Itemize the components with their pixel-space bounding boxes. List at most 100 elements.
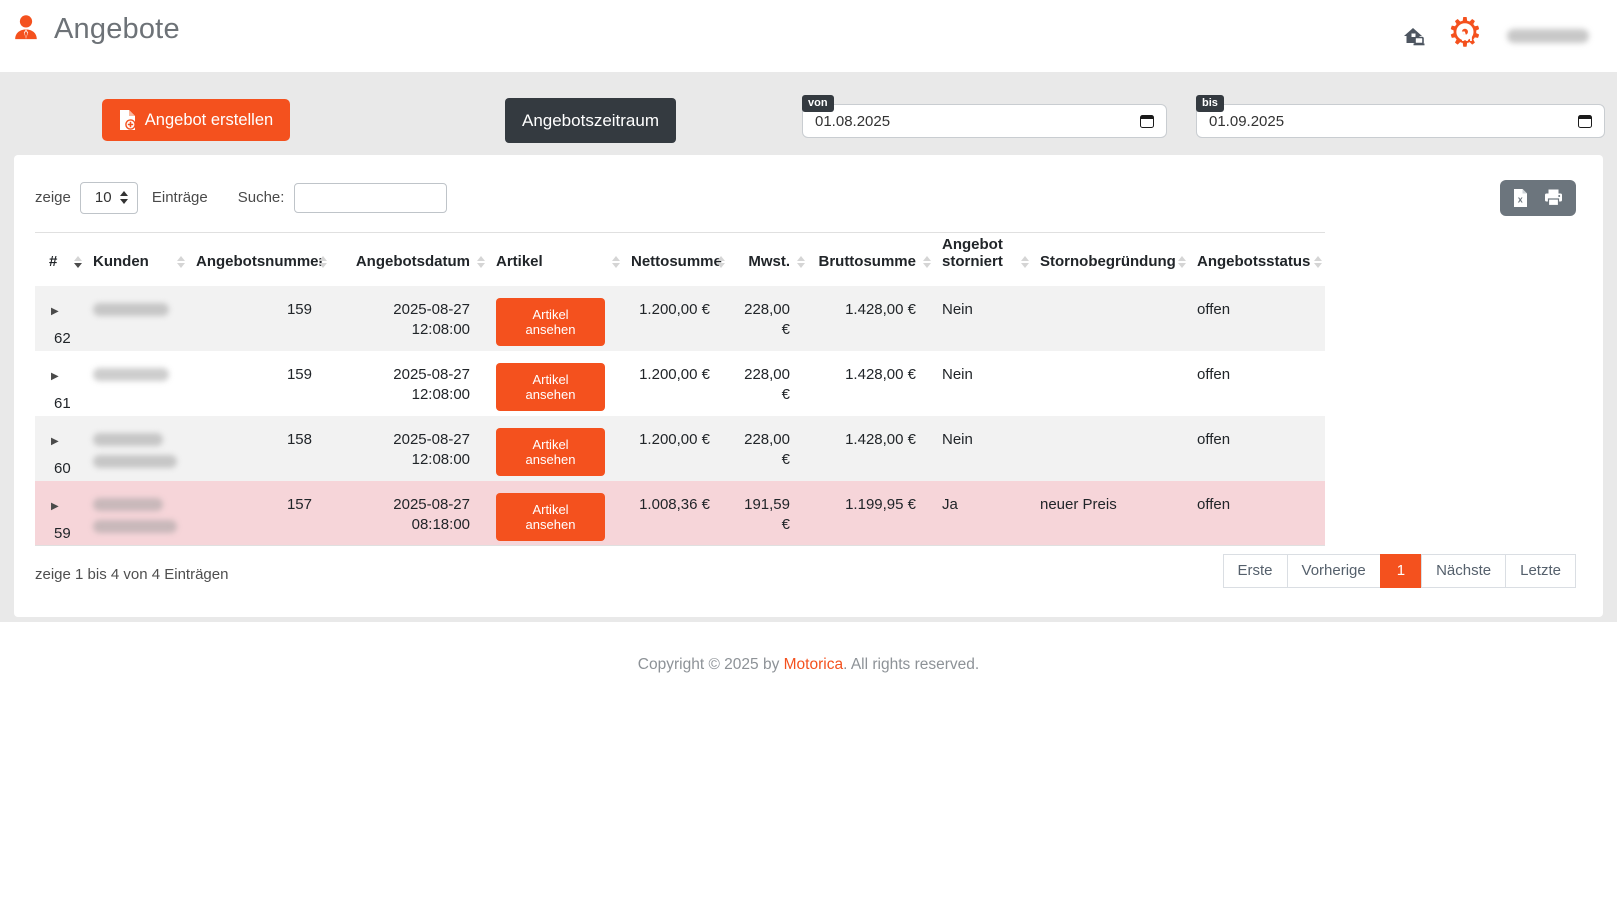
cell-status: offen	[1189, 481, 1325, 546]
cell-status: offen	[1189, 286, 1325, 351]
sort-icon	[1021, 256, 1029, 268]
expand-row-icon[interactable]: ▶	[51, 501, 59, 513]
row-id: 62	[54, 329, 67, 349]
view-articles-button[interactable]: Artikel ansehen	[496, 298, 605, 346]
pagination-1[interactable]: 1	[1380, 554, 1422, 588]
cell-angebotsdatum: 2025-08-2712:08:00	[330, 286, 488, 351]
cell-bruttosumme: 1.428,00 €	[808, 286, 934, 351]
select-stepper-icon	[120, 191, 128, 204]
cell-status: offen	[1189, 351, 1325, 416]
column-header-stornobegründung[interactable]: Stornobegründung	[1032, 233, 1189, 286]
column-header-mwst[interactable]: Mwst.	[728, 233, 808, 286]
show-suffix-label: Einträge	[152, 189, 208, 206]
page: Angebote ⚙ M	[0, 0, 1617, 904]
table-body: ▶621592025-08-2712:08:00Artikel ansehen1…	[35, 286, 1325, 546]
pagination-nächste[interactable]: Nächste	[1421, 554, 1506, 588]
row-id: 59	[54, 524, 67, 544]
excel-export-icon[interactable]: x	[1511, 187, 1530, 209]
column-header-bruttosumme[interactable]: Bruttosumme	[808, 233, 934, 286]
view-articles-button[interactable]: Artikel ansehen	[496, 363, 605, 411]
page-title: Angebote	[54, 13, 180, 46]
date-to-input[interactable]: 01.09.2025	[1196, 104, 1605, 138]
header-actions: ⚙ M	[1401, 0, 1589, 72]
sort-icon	[1314, 256, 1322, 268]
pagination-letzte[interactable]: Letzte	[1505, 554, 1576, 588]
cell-mwst: 228,00 €	[728, 286, 808, 351]
cell-mwst: 191,59 €	[728, 481, 808, 546]
cell-kunden	[85, 416, 188, 481]
view-articles-button[interactable]: Artikel ansehen	[496, 428, 605, 476]
svg-text:x: x	[1518, 194, 1523, 204]
cell-kunden	[85, 286, 188, 351]
column-header-angebotsstatus[interactable]: Angebotsstatus	[1189, 233, 1325, 286]
pagination-erste[interactable]: Erste	[1223, 554, 1288, 588]
sort-icon	[177, 256, 185, 268]
sort-icon	[477, 256, 485, 268]
cell-kunden	[85, 481, 188, 546]
cell-storniert: Nein	[934, 286, 1032, 351]
expand-row-icon[interactable]: ▶	[51, 371, 59, 383]
create-offer-button[interactable]: Angebot erstellen	[102, 99, 290, 141]
content-card: zeige 10 Einträge Suche: x	[14, 155, 1603, 617]
cell-angebotsnummer: 159	[188, 351, 330, 416]
period-toggle[interactable]: Angebotszeitraum	[505, 98, 676, 143]
table-header-row: #KundenAngebotsnummerAngebotsdatumArtike…	[35, 233, 1325, 286]
cell-status: offen	[1189, 416, 1325, 481]
search-label: Suche:	[238, 189, 285, 206]
pagination: ErsteVorherige1NächsteLetzte	[1224, 554, 1576, 588]
cell-angebotsdatum: 2025-08-2712:08:00	[330, 416, 488, 481]
copyright: Copyright © 2025 by Motorica. All rights…	[0, 656, 1617, 674]
entries-info: zeige 1 bis 4 von 4 Einträgen	[35, 566, 228, 583]
column-header-artikel[interactable]: Artikel	[488, 233, 623, 286]
pagination-vorherige[interactable]: Vorherige	[1287, 554, 1381, 588]
column-header-angebot-storniert[interactable]: Angebot storniert	[934, 233, 1032, 286]
date-from-input[interactable]: 01.08.2025	[802, 104, 1167, 138]
calendar-icon[interactable]	[1140, 115, 1154, 128]
cell-row-id: ▶ 59	[35, 481, 85, 546]
date-to-badge: bis	[1196, 95, 1224, 112]
cell-angebotsnummer: 157	[188, 481, 330, 546]
cell-artikel: Artikel ansehen	[488, 481, 623, 546]
table-row: ▶611592025-08-2712:08:00Artikel ansehen1…	[35, 351, 1325, 416]
show-prefix-label: zeige	[35, 189, 71, 206]
expand-row-icon[interactable]: ▶	[51, 436, 59, 448]
cell-nettosumme: 1.008,36 €	[623, 481, 728, 546]
column-header-#[interactable]: #	[35, 233, 85, 286]
cell-artikel: Artikel ansehen	[488, 286, 623, 351]
cell-storniert: Nein	[934, 416, 1032, 481]
customer-name-redacted	[93, 455, 177, 468]
cell-stornobegruendung	[1032, 351, 1189, 416]
column-header-angebotsdatum[interactable]: Angebotsdatum	[330, 233, 488, 286]
search-input[interactable]	[294, 183, 447, 213]
column-header-nettosumme[interactable]: Nettosumme	[623, 233, 728, 286]
view-articles-button[interactable]: Artikel ansehen	[496, 493, 605, 541]
cell-bruttosumme: 1.428,00 €	[808, 351, 934, 416]
sort-icon	[797, 256, 805, 268]
date-from-badge: von	[802, 95, 834, 112]
table-row: ▶ 62 1592025-08-2712:08:00Artikel ansehen 1…	[35, 286, 1325, 351]
home-icon[interactable]	[1401, 24, 1427, 48]
cell-row-id: ▶ 62	[35, 286, 85, 351]
customer-name-redacted	[93, 303, 169, 316]
cell-storniert: Nein	[934, 351, 1032, 416]
sort-icon	[923, 256, 931, 268]
cell-artikel: Artikel ansehen	[488, 416, 623, 481]
brand-link[interactable]: Motorica	[784, 656, 843, 673]
calendar-icon[interactable]	[1578, 115, 1592, 128]
cell-angebotsdatum: 2025-08-2708:18:00	[330, 481, 488, 546]
cell-angebotsnummer: 158	[188, 416, 330, 481]
user-icon	[10, 12, 42, 46]
cell-mwst: 228,00 €	[728, 416, 808, 481]
print-icon[interactable]	[1542, 187, 1565, 208]
cell-angebotsnummer: 159	[188, 286, 330, 351]
column-header-kunden[interactable]: Kunden	[85, 233, 188, 286]
cell-stornobegruendung	[1032, 416, 1189, 481]
customer-name-redacted	[93, 433, 163, 446]
column-header-angebotsnummer[interactable]: Angebotsnummer	[188, 233, 330, 286]
row-id: 61	[54, 394, 67, 414]
logo-icon[interactable]: ⚙ M	[1449, 18, 1485, 54]
page-size-select[interactable]: 10	[80, 182, 138, 214]
expand-row-icon[interactable]: ▶	[51, 306, 59, 318]
user-name-redacted[interactable]	[1507, 29, 1589, 43]
customer-name-redacted	[93, 498, 163, 511]
